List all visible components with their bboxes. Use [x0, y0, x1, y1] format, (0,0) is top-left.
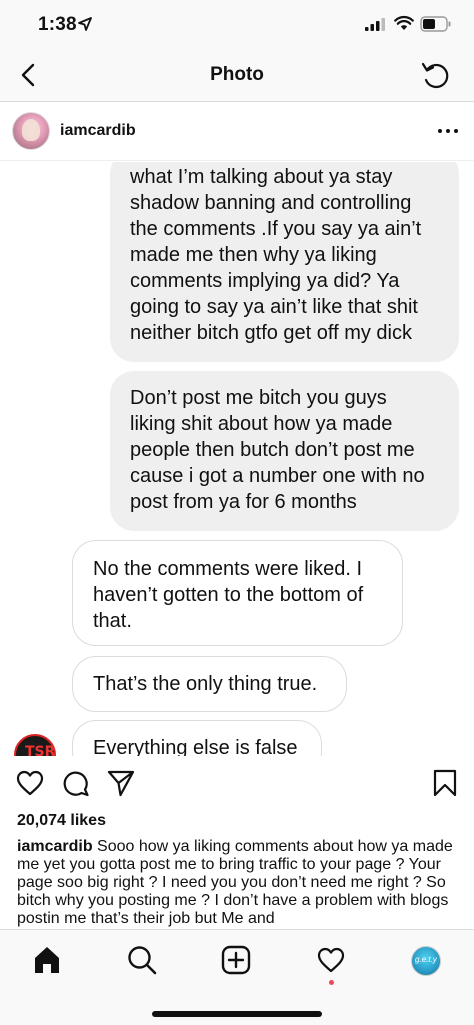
page-title: Photo	[210, 64, 264, 85]
bookmark-icon[interactable]	[430, 768, 460, 798]
battery-icon	[420, 16, 451, 32]
profile-avatar-text: g.e.t.y	[415, 955, 437, 964]
comment-icon[interactable]	[61, 768, 91, 798]
chat-message: Don’t post me bitch you guys liking shit…	[110, 371, 459, 531]
chat-message-text: That’s the only thing true.	[93, 673, 318, 695]
search-icon[interactable]	[126, 944, 158, 976]
nav-bar: Photo	[0, 50, 474, 102]
chat-message: Everything else is false	[72, 720, 322, 756]
likes-count[interactable]: 20,074 likes	[17, 812, 106, 830]
heart-icon[interactable]	[15, 768, 45, 798]
profile-avatar[interactable]: g.e.t.y	[411, 946, 441, 976]
status-bar: 1:38	[0, 0, 474, 50]
post-username[interactable]: iamcardib	[60, 122, 136, 140]
activity-heart-icon[interactable]	[315, 944, 347, 976]
post-caption: iamcardib Sooo how ya liking comments ab…	[17, 838, 457, 928]
post-header: iamcardib	[0, 103, 474, 161]
chat-avatar-text: TSR	[25, 744, 56, 756]
ellipsis-icon[interactable]	[436, 123, 460, 139]
home-icon[interactable]	[31, 944, 63, 976]
chat-message-text: No the comments were liked. I haven’t go…	[93, 558, 364, 632]
chat-message-text: Don’t post me bitch you guys liking shit…	[130, 387, 425, 513]
chat-message-text: Everything else is false	[93, 737, 298, 756]
avatar[interactable]	[12, 112, 50, 150]
chat-message: what I’m talking about ya stay shadow ba…	[110, 162, 459, 362]
chat-message: That’s the only thing true.	[72, 656, 347, 712]
add-post-icon[interactable]	[220, 944, 252, 976]
refresh-icon[interactable]	[420, 60, 452, 92]
status-time: 1:38	[38, 14, 77, 35]
post-actions	[0, 756, 474, 808]
wifi-icon	[394, 15, 414, 30]
post-image[interactable]: what I’m talking about ya stay shadow ba…	[0, 162, 474, 756]
chat-avatar: TSR	[14, 734, 56, 756]
notification-dot	[329, 980, 334, 985]
tab-bar: g.e.t.y	[0, 929, 474, 1025]
caption-username[interactable]: iamcardib	[17, 838, 93, 855]
chat-message-text: what I’m talking about ya stay shadow ba…	[130, 166, 422, 344]
chat-message: No the comments were liked. I haven’t go…	[72, 540, 403, 646]
location-arrow-icon	[78, 17, 92, 31]
cellular-signal-icon	[365, 18, 385, 31]
home-indicator	[152, 1011, 322, 1017]
share-icon[interactable]	[106, 768, 136, 798]
